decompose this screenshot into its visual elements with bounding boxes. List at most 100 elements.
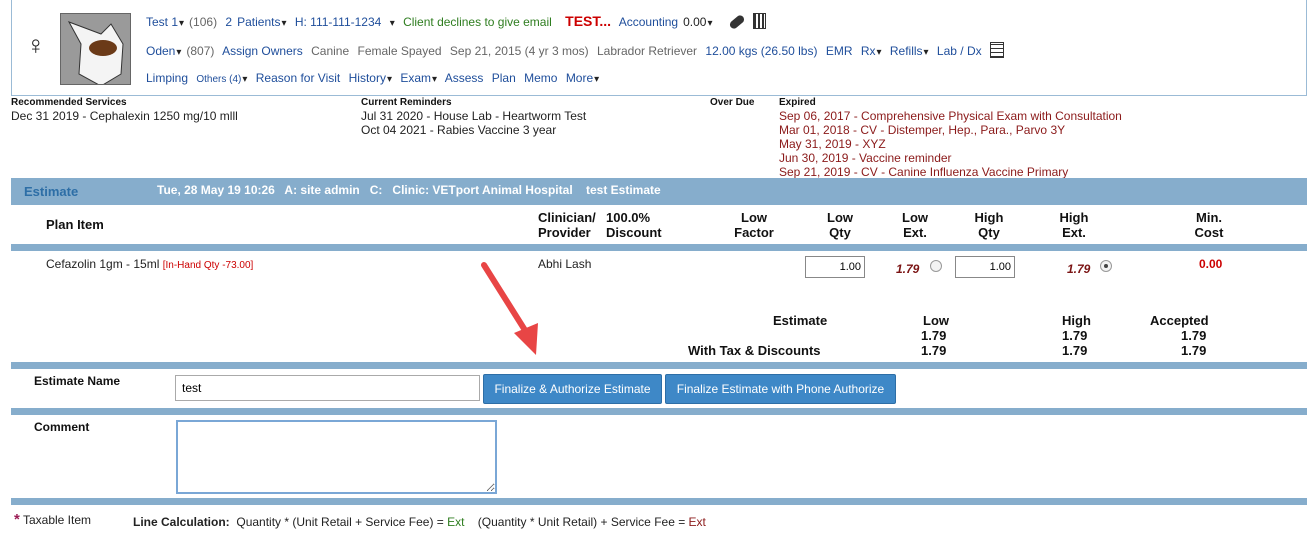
low-qty-input[interactable] [805, 256, 865, 278]
complaint-link[interactable]: Limping [146, 71, 188, 85]
current-reminders-title: Current Reminders [361, 97, 452, 108]
reason-link[interactable]: Reason for Visit [256, 71, 341, 85]
totals-accepted-label: Accepted [1150, 313, 1209, 328]
high-qty-input[interactable] [955, 256, 1015, 278]
client-alert[interactable]: TEST... [565, 13, 611, 29]
estimate-header-bar: Estimate Tue, 28 May 19 10:26 A: site ad… [11, 178, 1307, 205]
totals-low-label: Low [923, 313, 949, 328]
pet-id: (807) [186, 44, 215, 58]
patients-menu[interactable]: Patients [237, 15, 286, 29]
in-hand-qty: [In-Hand Qty -73.00] [162, 260, 254, 271]
current-reminder-item[interactable]: Jul 31 2020 - House Lab - Heartworm Test [361, 109, 586, 123]
others-menu[interactable]: Others (4) [196, 74, 247, 85]
dob: Sep 21, 2015 (4 yr 3 mos) [449, 44, 589, 58]
totals-low-estimate: 1.79 [921, 328, 947, 343]
emr-link[interactable]: EMR [826, 44, 853, 58]
lab-dx-link[interactable]: Lab / Dx [937, 44, 982, 58]
expired-item[interactable]: Sep 21, 2019 - CV - Canine Influenza Vac… [779, 165, 1068, 179]
col-clinician-line2: Provider [538, 225, 591, 240]
col-high-qty-line2: Qty [978, 225, 1000, 240]
expired-item[interactable]: May 31, 2019 - XYZ [779, 137, 886, 151]
expired-item[interactable]: Mar 01, 2018 - CV - Distemper, Hep., Par… [779, 123, 1065, 137]
sex: Female Spayed [357, 44, 442, 58]
formula-2: (Quantity * Unit Retail) + Service Fee = [477, 515, 689, 529]
calculator-icon[interactable] [753, 13, 767, 29]
exam-menu[interactable]: Exam [400, 71, 437, 85]
plan-item-name[interactable]: Cefazolin 1gm - 15ml [46, 257, 159, 271]
divider [11, 408, 1307, 415]
totals-high-estimate: 1.79 [1062, 328, 1088, 343]
patient-header: ♀ Test 1 (106) 2 Patients H: 111-111-1234 … [11, 0, 1307, 96]
assign-owners-link[interactable]: Assign Owners [222, 44, 303, 58]
taxable-asterisk: * [14, 511, 20, 528]
expired-item[interactable]: Jun 30, 2019 - Vaccine reminder [779, 151, 952, 165]
col-high-ext-line2: Ext. [1062, 225, 1086, 240]
low-ext-value: 1.79 [896, 262, 920, 276]
overdue-title: Over Due [710, 97, 755, 108]
assess-link[interactable]: Assess [445, 71, 484, 85]
footer-legend: * Taxable Item [14, 511, 91, 528]
pet-row: Oden (807) Assign Owners Canine Female Sp… [146, 42, 1009, 58]
formula-1: Quantity * (Unit Retail + Service Fee) = [236, 515, 448, 529]
clipboard-icon[interactable] [989, 42, 1004, 58]
divider [11, 362, 1307, 369]
formula-2-ext: Ext [688, 515, 706, 529]
finalize-phone-authorize-button[interactable]: Finalize Estimate with Phone Authorize [665, 374, 896, 404]
estimate-tab[interactable]: Estimate [24, 184, 78, 199]
low-ext-radio[interactable] [930, 260, 942, 272]
patient-photo[interactable] [60, 13, 131, 85]
plan-link[interactable]: Plan [492, 71, 516, 85]
high-ext-value: 1.79 [1067, 262, 1091, 276]
history-menu[interactable]: History [349, 71, 392, 85]
comment-textarea[interactable] [176, 420, 497, 494]
visit-row: Limping Others (4) Reason for Visit Hist… [146, 71, 604, 85]
breed: Labrador Retriever [596, 44, 698, 58]
client-row: Test 1 (106) 2 Patients H: 111-111-1234 ▾ … [146, 13, 771, 31]
divider [11, 244, 1307, 251]
comment-label: Comment [34, 420, 90, 434]
memo-link[interactable]: Memo [524, 71, 557, 85]
finalize-authorize-button[interactable]: Finalize & Authorize Estimate [483, 374, 662, 404]
plan-item-row: Cefazolin 1gm - 15ml [In-Hand Qty -73.00… [46, 257, 253, 271]
expired-item[interactable]: Sep 06, 2017 - Comprehensive Physical Ex… [779, 109, 1122, 123]
client-name-link[interactable]: Test 1 [146, 15, 184, 29]
col-high-ext-line1: High [1059, 210, 1089, 225]
col-clinician-line1: Clinician/ [538, 210, 596, 225]
col-min-cost: Min. Cost [1179, 210, 1239, 240]
line-calc-label: Line Calculation: [133, 515, 230, 529]
rx-menu[interactable]: Rx [861, 44, 882, 58]
patients-count: 2 [225, 15, 233, 29]
species: Canine [311, 44, 350, 58]
col-low-ext-line1: Low [902, 210, 928, 225]
client-phone[interactable]: H: 111-111-1234 [295, 15, 382, 29]
col-low-factor-line2: Factor [734, 225, 774, 240]
col-low-factor: Low Factor [724, 210, 784, 240]
col-low-ext: Low Ext. [885, 210, 945, 240]
current-reminder-item[interactable]: Oct 04 2021 - Rabies Vaccine 3 year [361, 123, 556, 137]
totals-accepted-estimate: 1.79 [1181, 328, 1207, 343]
totals-estimate-label: Estimate [773, 313, 828, 328]
pet-name-link[interactable]: Oden [146, 44, 181, 58]
col-high-ext: High Ext. [1044, 210, 1104, 240]
line-calculation: Line Calculation: Quantity * (Unit Retai… [133, 515, 706, 529]
more-menu[interactable]: More [566, 71, 599, 85]
col-discount-line1: 100.0% [606, 210, 651, 225]
estimate-name-input[interactable] [175, 375, 480, 401]
accounting-link[interactable]: Accounting [619, 15, 678, 29]
col-high-qty: High Qty [959, 210, 1019, 240]
recommended-title: Recommended Services [11, 97, 127, 108]
expired-title: Expired [779, 97, 816, 108]
recommended-item[interactable]: Dec 31 2019 - Cephalexin 1250 mg/10 mlll [11, 109, 238, 123]
weight[interactable]: 12.00 kgs (26.50 lbs) [705, 44, 817, 58]
email-status[interactable]: ▾ Client declines to give email [390, 15, 557, 29]
high-ext-radio[interactable] [1100, 260, 1112, 272]
taxable-label: Taxable Item [22, 513, 92, 527]
accounting-value[interactable]: 0.00 [683, 15, 712, 29]
estimate-name-label: Estimate Name [34, 374, 121, 388]
totals-accepted-tax: 1.79 [1181, 343, 1207, 358]
refills-menu[interactable]: Refills [890, 44, 929, 58]
totals-high-tax: 1.79 [1062, 343, 1088, 358]
pill-icon[interactable] [728, 13, 746, 31]
col-low-ext-line2: Ext. [903, 225, 927, 240]
min-cost-value: 0.00 [1199, 257, 1223, 271]
